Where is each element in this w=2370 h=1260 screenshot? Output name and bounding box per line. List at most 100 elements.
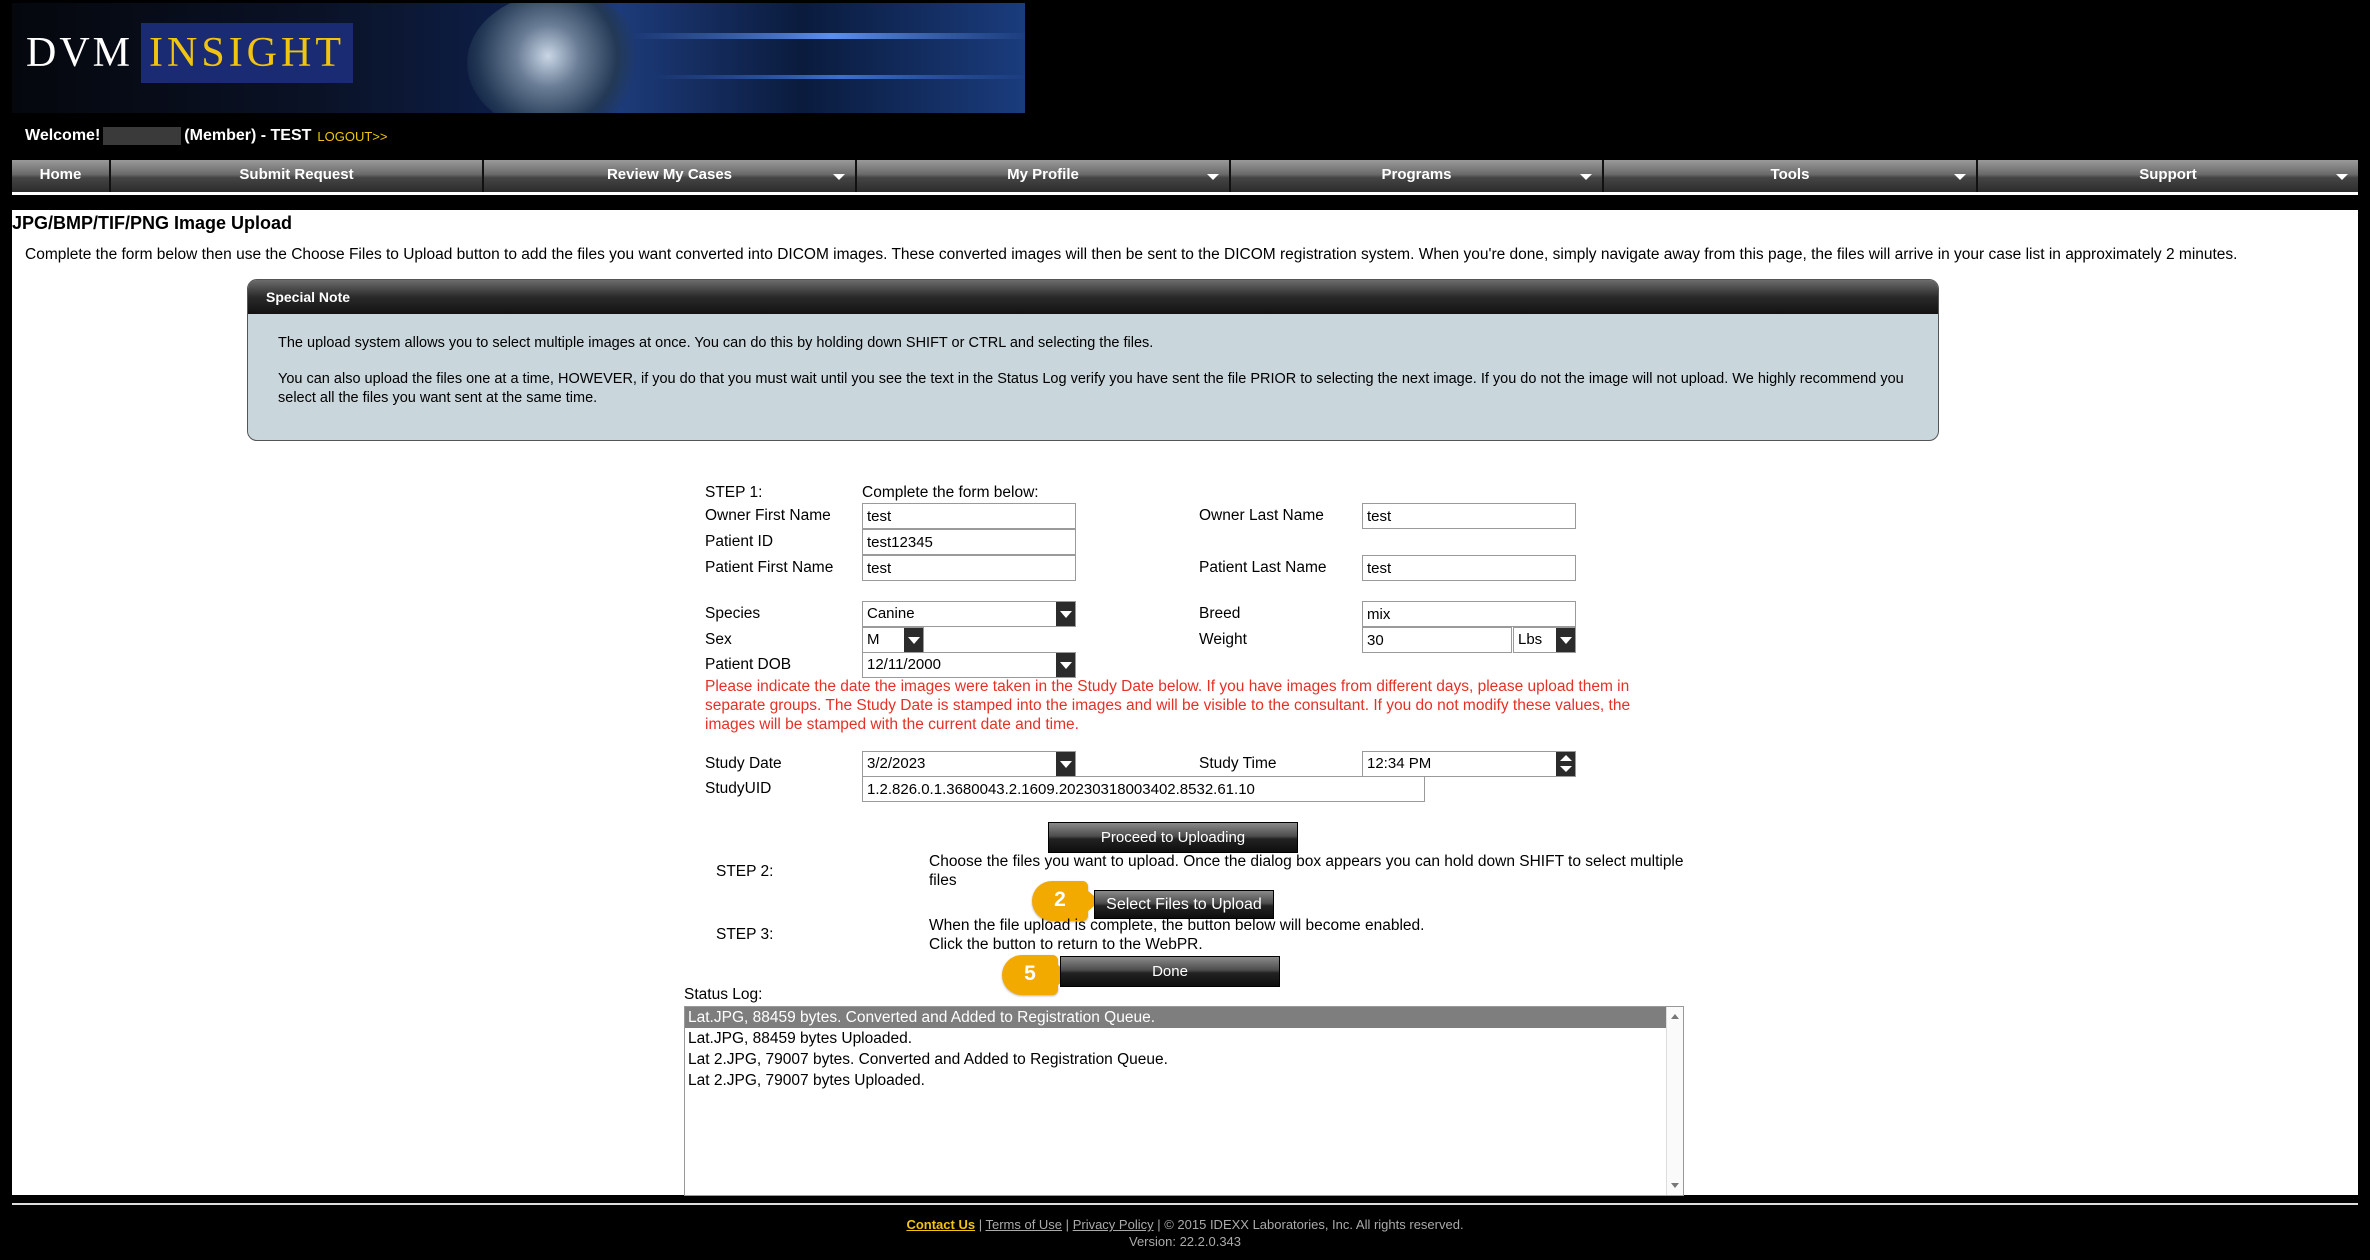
log-entry[interactable]: Lat.JPG, 88459 bytes Uploaded. (685, 1028, 1683, 1049)
patient-first-name-field[interactable] (862, 555, 1076, 581)
button-label: Select Files to Upload (1106, 896, 1262, 913)
footer-separator: | (1065, 1217, 1070, 1232)
step1-text: Complete the form below: (862, 484, 1039, 501)
status-log-scrollbar[interactable] (1666, 1007, 1683, 1195)
dvm-insight-logo[interactable]: DVM INSIGHT (22, 23, 353, 83)
note-paragraph: The upload system allows you to select m… (278, 335, 1154, 351)
logout-link[interactable]: LOGOUT>> (317, 129, 387, 144)
species-label: Species (705, 605, 761, 622)
banner-streak (652, 75, 1025, 79)
content-panel: JPG/BMP/TIF/PNG Image Upload Complete th… (12, 210, 2358, 1196)
chevron-down-icon (1207, 174, 1219, 180)
step3-text-line2: Click the button to return to the WebPR. (929, 936, 1203, 953)
button-label: Done (1152, 963, 1188, 980)
nav-programs[interactable]: Programs (1231, 160, 1604, 192)
study-date-value: 3/2/2023 (867, 755, 926, 772)
proceed-to-uploading-button[interactable]: Proceed to Uploading (1048, 822, 1298, 853)
owner-last-name-field[interactable] (1362, 503, 1576, 529)
nav-label: Home (39, 166, 82, 183)
sex-label: Sex (705, 631, 732, 648)
badge-number: 2 (1054, 888, 1066, 911)
patient-first-name-label: Patient First Name (705, 559, 834, 576)
patient-dob-picker[interactable]: 12/11/2000 (862, 652, 1076, 678)
sex-select[interactable]: M (862, 627, 924, 653)
nav-tools[interactable]: Tools (1604, 160, 1978, 192)
welcome-bar: Welcome! (Member) - TEST LOGOUT>> (25, 127, 387, 145)
patient-dob-value: 12/11/2000 (867, 656, 941, 673)
nav-submit-request[interactable]: Submit Request (111, 160, 484, 192)
weight-unit-value: Lbs (1518, 631, 1543, 648)
chevron-down-icon (1056, 602, 1075, 626)
chevron-down-icon (1056, 653, 1075, 677)
note-paragraph: You can also upload the files one at a t… (278, 371, 1904, 406)
done-button[interactable]: Done (1060, 956, 1280, 987)
chevron-down-icon (904, 628, 923, 652)
chevron-down-icon (1056, 752, 1075, 776)
weight-unit-select[interactable]: Lbs (1513, 627, 1576, 653)
step-badge-2: 2 (1032, 881, 1100, 921)
footer-links-row: Contact Us | Terms of Use | Privacy Poli… (0, 1216, 2370, 1233)
scroll-up-icon[interactable] (1671, 1014, 1679, 1019)
logo-text-insight: INSIGHT (141, 23, 353, 83)
study-date-picker[interactable]: 3/2/2023 (862, 751, 1076, 777)
contact-us-link[interactable]: Contact Us (906, 1217, 975, 1232)
nav-label: Tools (1770, 166, 1810, 183)
patient-last-name-label: Patient Last Name (1199, 559, 1327, 576)
patient-id-field[interactable] (862, 529, 1076, 555)
study-time-value: 12:34 PM (1367, 755, 1432, 772)
patient-dob-label: Patient DOB (705, 656, 792, 673)
copyright-text: | © 2015 IDEXX Laboratories, Inc. All ri… (1157, 1217, 1464, 1232)
version-text: Version: 22.2.0.343 (1128, 1234, 1242, 1249)
special-note-title: Special Note (248, 280, 1938, 314)
banner-streak (632, 33, 1025, 39)
nav-label: Support (2139, 166, 2197, 183)
weight-field[interactable] (1362, 627, 1512, 653)
nav-support[interactable]: Support (1978, 160, 2358, 192)
step3-text-line1: When the file upload is complete, the bu… (929, 917, 1425, 934)
species-select[interactable]: Canine (862, 601, 1076, 627)
special-note-body: The upload system allows you to select m… (248, 314, 1938, 408)
chevron-down-icon (1580, 174, 1592, 180)
log-entry[interactable]: Lat.JPG, 88459 bytes. Converted and Adde… (685, 1007, 1683, 1028)
sex-value: M (867, 631, 880, 648)
nav-label: Review My Cases (606, 166, 733, 183)
breed-field[interactable] (1362, 601, 1576, 627)
welcome-text: Welcome! (25, 127, 101, 144)
button-label: Proceed to Uploading (1100, 829, 1246, 846)
nav-label: Programs (1381, 166, 1452, 183)
study-time-spinner[interactable]: 12:34 PM (1362, 751, 1576, 777)
spinner-icon[interactable] (1556, 752, 1575, 776)
badge-number: 5 (1024, 962, 1036, 985)
log-entry[interactable]: Lat 2.JPG, 79007 bytes Uploaded. (685, 1070, 1683, 1091)
terms-of-use-link[interactable]: Terms of Use (985, 1217, 1062, 1232)
banner-dog-image (467, 3, 647, 113)
step3-label: STEP 3: (716, 926, 774, 943)
nav-home[interactable]: Home (12, 160, 111, 192)
member-text: (Member) - TEST (184, 127, 312, 144)
status-log-label: Status Log: (684, 986, 763, 1003)
study-date-label: Study Date (705, 755, 782, 772)
species-value: Canine (867, 605, 915, 622)
footer-divider (12, 1203, 2358, 1205)
log-entry[interactable]: Lat 2.JPG, 79007 bytes. Converted and Ad… (685, 1049, 1683, 1070)
patient-last-name-field[interactable] (1362, 555, 1576, 581)
footer-separator: | (978, 1217, 983, 1232)
page-title: JPG/BMP/TIF/PNG Image Upload (12, 213, 293, 233)
step2-label: STEP 2: (716, 863, 774, 880)
study-time-label: Study Time (1199, 755, 1277, 772)
chevron-down-icon (2336, 174, 2348, 180)
special-note-panel: Special Note The upload system allows yo… (247, 279, 1939, 441)
chevron-down-icon (1556, 628, 1575, 652)
nav-review-my-cases[interactable]: Review My Cases (484, 160, 857, 192)
select-files-button[interactable]: Select Files to Upload (1094, 890, 1274, 919)
footer: Contact Us | Terms of Use | Privacy Poli… (0, 1216, 2370, 1250)
chevron-down-icon (1954, 174, 1966, 180)
study-uid-label: StudyUID (705, 780, 772, 797)
owner-first-name-field[interactable] (862, 503, 1076, 529)
status-log-list[interactable]: Lat.JPG, 88459 bytes. Converted and Adde… (684, 1006, 1684, 1196)
redacted-username (103, 127, 182, 145)
nav-my-profile[interactable]: My Profile (857, 160, 1231, 192)
scroll-down-icon[interactable] (1671, 1183, 1679, 1188)
privacy-policy-link[interactable]: Privacy Policy (1073, 1217, 1154, 1232)
study-uid-field[interactable] (862, 776, 1425, 802)
